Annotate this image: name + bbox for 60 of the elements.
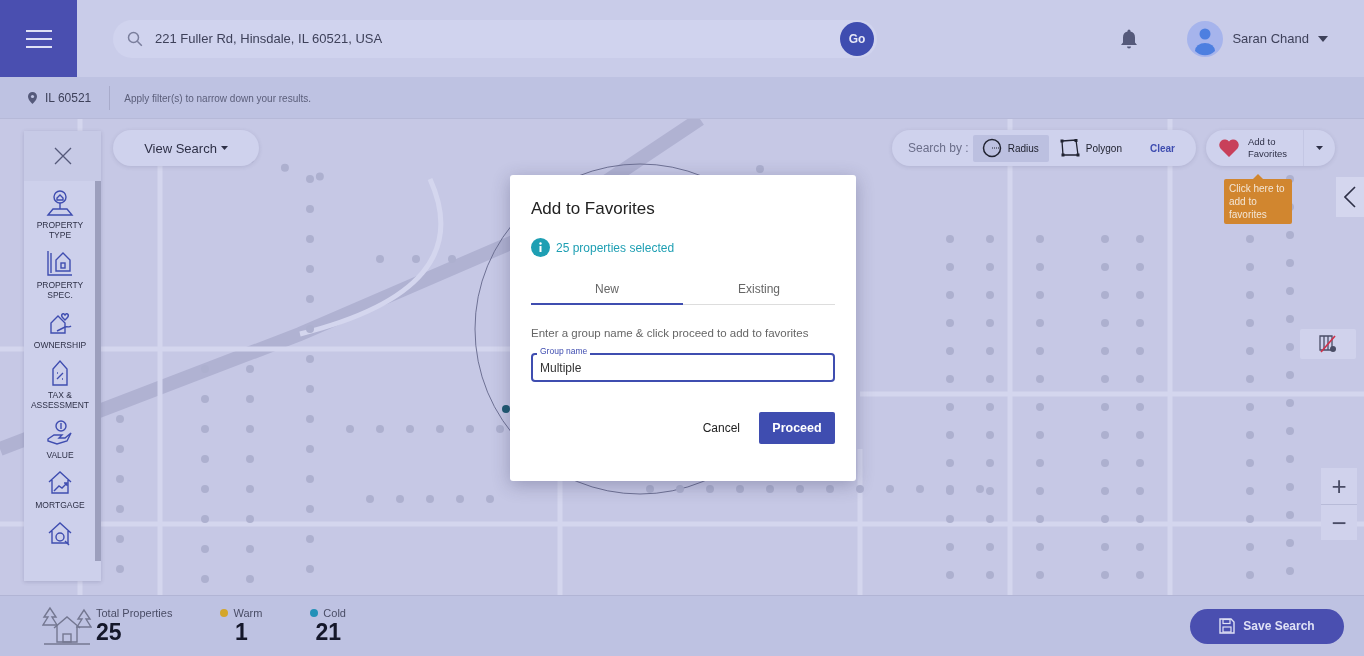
selection-count: 25 properties selected	[556, 240, 675, 255]
layer-settings-button[interactable]	[1300, 329, 1356, 359]
scrollbar[interactable]	[95, 181, 101, 561]
house-trees-icon	[42, 606, 92, 646]
collapse-panel-button[interactable]	[1336, 177, 1364, 217]
heart-icon	[1218, 138, 1240, 158]
stat-label: Cold	[323, 607, 346, 619]
pin-icon	[28, 92, 37, 104]
instruction-text: Enter a group name & click proceed to add to favorites	[531, 327, 810, 339]
circle-radius-icon	[981, 138, 1002, 158]
field-label: Group name	[537, 346, 591, 356]
stat-value: 1	[235, 619, 248, 645]
proceed-button[interactable]: Proceed	[759, 412, 835, 444]
zoom-out-button[interactable]: −	[1321, 504, 1357, 540]
dialog-tab[interactable]: New	[531, 275, 683, 305]
user-menu[interactable]: Saran Chand	[1187, 20, 1328, 57]
save-search-button[interactable]: Save Search	[1190, 608, 1344, 644]
menu-button[interactable]	[0, 0, 77, 77]
polygon-icon	[1059, 139, 1080, 157]
cancel-button[interactable]: Cancel	[702, 421, 740, 435]
close-icon	[52, 146, 73, 166]
avatar-icon	[1187, 20, 1224, 57]
chevron-left-icon	[1344, 186, 1356, 208]
filter-category[interactable]: MORTGAGE	[24, 469, 96, 510]
search-icon	[127, 30, 143, 47]
info-icon	[531, 238, 550, 257]
filter-category[interactable]: OWNERSHIP	[24, 309, 96, 350]
stat-label: Warm	[233, 607, 263, 619]
bell-icon[interactable]	[1119, 27, 1140, 50]
map-pin-icon	[45, 189, 75, 217]
search-mode-option[interactable]: Radius	[972, 134, 1049, 162]
caret-icon	[1316, 146, 1323, 150]
tooltip: Click here to add to favorites	[1224, 179, 1292, 224]
ruler-house-icon	[45, 249, 75, 277]
hand-coin-icon	[45, 419, 75, 447]
go-button[interactable]: Go	[840, 21, 874, 56]
add-to-favorites-button[interactable]: Add to Favorites	[1206, 130, 1303, 166]
stat-value: 25	[96, 619, 123, 645]
search-by-label: Search by :	[908, 141, 969, 155]
filter-category[interactable]: PROPERTY SPEC.	[24, 249, 96, 300]
filter-hint: Apply filter(s) to narrow down your results.	[124, 92, 311, 104]
caret-icon	[220, 146, 228, 150]
location-label: IL 60521	[45, 91, 92, 105]
view-search-button[interactable]: View Search	[113, 130, 259, 166]
caret-icon	[1318, 35, 1328, 42]
columns-gear-icon	[1318, 334, 1338, 354]
dialog-tab[interactable]: Existing	[683, 275, 835, 305]
dialog-title: Add to Favorites	[531, 199, 656, 219]
stat-value: 21	[315, 619, 341, 645]
clear-link[interactable]: Clear	[1144, 141, 1181, 155]
filter-category[interactable]: VALUE	[24, 419, 96, 460]
stat-label: Total Properties	[96, 607, 173, 619]
zoom-in-button[interactable]: +	[1321, 468, 1357, 504]
search-field[interactable]: 221 Fuller Rd, Hinsdale, IL 60521, USA Go	[113, 19, 877, 58]
menu-icon	[24, 28, 53, 49]
filter-category[interactable]: TAX & ASSESSMENT	[24, 359, 96, 410]
tooltip-pointer	[1253, 174, 1263, 179]
filter-category[interactable]: PROPERTY TYPE	[24, 189, 96, 240]
search-input[interactable]: 221 Fuller Rd, Hinsdale, IL 60521, USA	[153, 30, 830, 47]
search-mode-option[interactable]: Polygon	[1050, 134, 1132, 162]
